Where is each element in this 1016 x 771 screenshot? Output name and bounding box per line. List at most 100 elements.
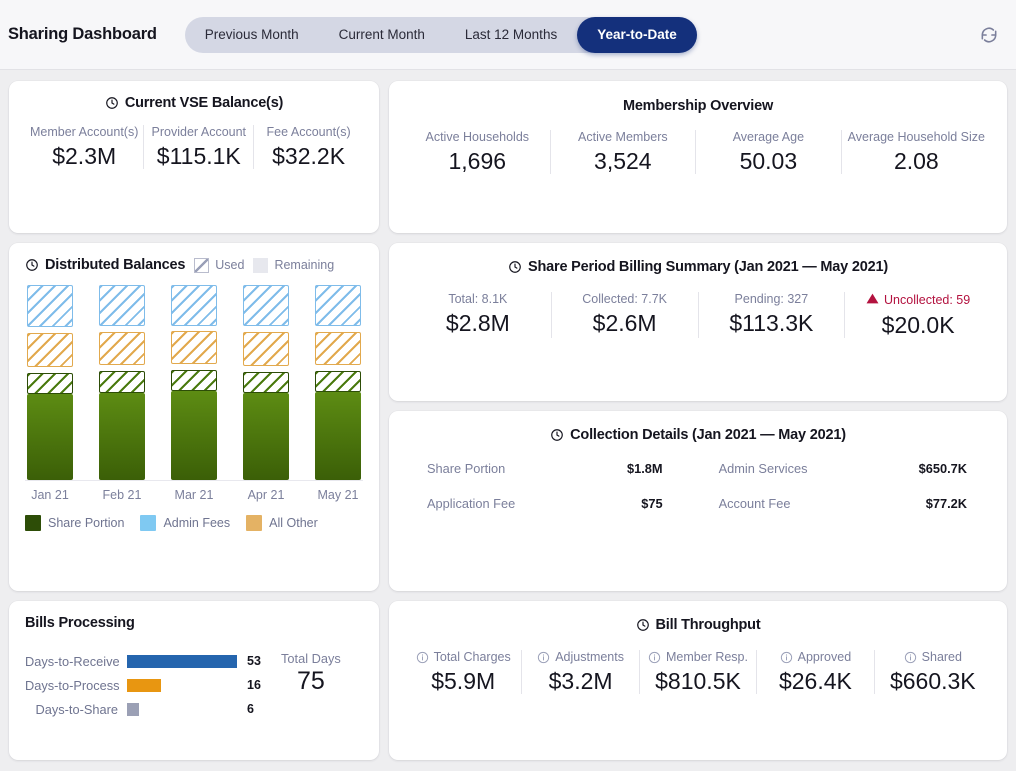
card-collection-details: Collection Details (Jan 2021 — May 2021)…	[389, 411, 1007, 591]
card-title-distributed-balances: Distributed Balances	[25, 257, 185, 273]
bar-track	[127, 702, 237, 716]
tab-last-12-months[interactable]: Last 12 Months	[445, 17, 577, 53]
card-title-bills-processing: Bills Processing	[25, 615, 135, 631]
kpi-label: Collected: 7.7K	[582, 292, 668, 306]
kpi-label: Adjustments	[537, 650, 624, 666]
bar-column-may-21[interactable]	[315, 285, 361, 480]
tab-previous-month[interactable]: Previous Month	[185, 17, 319, 53]
kpi-member-accounts: Member Account(s) $2.3M	[25, 125, 143, 169]
kpi-label: Fee Account(s)	[266, 125, 351, 139]
kpi-value: $660.3K	[889, 667, 976, 694]
legend-item-admin-fees[interactable]: Admin Fees	[140, 515, 230, 531]
bar-column-jan-21[interactable]	[27, 285, 73, 480]
legend-label: Share Portion	[48, 516, 125, 530]
kpi-adjustments: Adjustments $3.2M	[521, 650, 638, 695]
info-icon[interactable]	[780, 651, 793, 664]
bar-label: Days-to-Share	[35, 701, 119, 717]
detail-label-share-portion: Share Portion	[427, 461, 506, 476]
bills-processing-rows: Days-to-Receive 53 Days-to-Process 16 Da…	[25, 649, 271, 721]
right-column: Membership Overview Active Households 1,…	[389, 81, 1007, 760]
clock-icon	[105, 96, 119, 110]
bar-value: 16	[247, 678, 261, 692]
x-tick: May 21	[317, 488, 359, 502]
kpi-label: Average Age	[732, 130, 805, 144]
plain-swatch-icon	[253, 257, 269, 273]
tab-current-month[interactable]: Current Month	[319, 17, 445, 53]
period-tab-group: Previous Month Current Month Last 12 Mon…	[184, 16, 697, 53]
kpi-value: $2.3M	[52, 142, 117, 169]
legend-label: All Other	[269, 516, 318, 530]
fill-legend-remaining-label: Remaining	[274, 258, 335, 272]
bar-segment-admin-remaining	[243, 285, 289, 327]
kpi-value: $26.4K	[778, 667, 852, 694]
card-bills-processing: Bills Processing Days-to-Receive 53 Days…	[9, 601, 379, 760]
kpi-total-charges: Total Charges $5.9M	[405, 650, 521, 694]
bar-segment-share-used	[171, 391, 217, 480]
bar-segment-admin-remaining	[27, 285, 73, 327]
bills-processing-body: Days-to-Receive 53 Days-to-Process 16 Da…	[25, 649, 363, 721]
bar-column-apr-21[interactable]	[243, 285, 289, 480]
total-days-block: Total Days 75	[271, 649, 341, 696]
bar-fill	[127, 678, 162, 692]
kpi-value: $810.5K	[655, 667, 741, 694]
bar-segment-share-used	[27, 394, 73, 480]
legend-item-share-portion[interactable]: Share Portion	[25, 515, 124, 531]
info-icon[interactable]	[648, 651, 661, 664]
card-title-vse-text: Current VSE Balance(s)	[124, 95, 284, 111]
kpi-label: Provider Account	[151, 125, 247, 139]
kpi-total: Total: 8.1K $2.8M	[405, 292, 551, 338]
page-title: Sharing Dashboard	[8, 25, 157, 43]
bar-row-days-to-process: Days-to-Process 16	[25, 673, 271, 697]
kpi-value: 1,696	[448, 147, 507, 174]
bar-column-feb-21[interactable]	[99, 285, 145, 480]
chart-x-axis: Jan 21 Feb 21 Mar 21 Apr 21 May 21	[25, 488, 363, 502]
refresh-icon[interactable]	[976, 22, 1002, 48]
distributed-balances-chart	[25, 285, 363, 481]
kpi-approved: Approved $26.4K	[756, 650, 873, 695]
kpi-fee-accounts: Fee Account(s) $32.2K	[253, 125, 363, 170]
card-current-vse-balances: Current VSE Balance(s) Member Account(s)…	[9, 81, 379, 233]
info-icon[interactable]	[416, 651, 429, 664]
warning-triangle-icon	[866, 292, 879, 310]
bar-segment-allother-remaining	[243, 332, 289, 366]
info-icon[interactable]	[904, 651, 917, 664]
kpi-label: Pending: 327	[734, 292, 809, 306]
chart-series-legend: Share Portion Admin Fees All Other	[25, 515, 363, 531]
kpi-label: Average Household Size	[847, 130, 986, 144]
billing-summary-kpi-row: Total: 8.1K $2.8M Collected: 7.7K $2.6M …	[405, 292, 991, 339]
kpi-uncollected: Uncollected: 59 $20.0K	[844, 292, 991, 339]
card-title-billing-summary: Share Period Billing Summary (Jan 2021 —…	[405, 259, 991, 275]
bar-column-mar-21[interactable]	[171, 285, 217, 480]
vse-kpi-row: Member Account(s) $2.3M Provider Account…	[25, 125, 363, 170]
bar-fill	[127, 654, 237, 668]
bar-segment-share-remaining	[171, 370, 217, 392]
kpi-label: Active Households	[425, 130, 530, 144]
kpi-member-resp: Member Resp. $810.5K	[638, 650, 756, 695]
bar-label: Days-to-Receive	[25, 653, 120, 669]
bar-segment-share-remaining	[27, 372, 73, 395]
kpi-pending: Pending: 327 $113.3K	[697, 292, 845, 339]
kpi-label: Total: 8.1K	[448, 292, 508, 306]
kpi-value: 3,524	[594, 147, 652, 174]
tab-year-to-date[interactable]: Year-to-Date	[577, 16, 697, 53]
x-tick: Feb 21	[102, 488, 142, 502]
kpi-value: $5.9M	[431, 667, 496, 694]
kpi-provider-account: Provider Account $115.1K	[143, 125, 253, 170]
kpi-label: Total Charges	[416, 650, 511, 666]
bar-track	[127, 678, 237, 692]
legend-swatch-icon	[140, 515, 157, 531]
card-bill-throughput: Bill Throughput Total Charges $5.9M Adju…	[389, 601, 1007, 760]
bar-segment-admin-remaining	[171, 285, 217, 326]
fill-legend-used-label: Used	[215, 258, 245, 272]
kpi-value: 50.03	[739, 147, 798, 174]
legend-item-all-other[interactable]: All Other	[246, 515, 318, 531]
x-tick: Mar 21	[174, 488, 214, 502]
card-title-vse: Current VSE Balance(s)	[25, 95, 363, 111]
info-icon[interactable]	[537, 651, 550, 664]
x-tick: Apr 21	[247, 488, 285, 502]
bar-value: 53	[247, 654, 261, 668]
total-days-value: 75	[296, 667, 325, 695]
x-tick: Jan 21	[31, 488, 69, 502]
kpi-label-alert: Uncollected: 59	[866, 292, 970, 310]
kpi-label-text: Adjustments	[555, 650, 624, 664]
